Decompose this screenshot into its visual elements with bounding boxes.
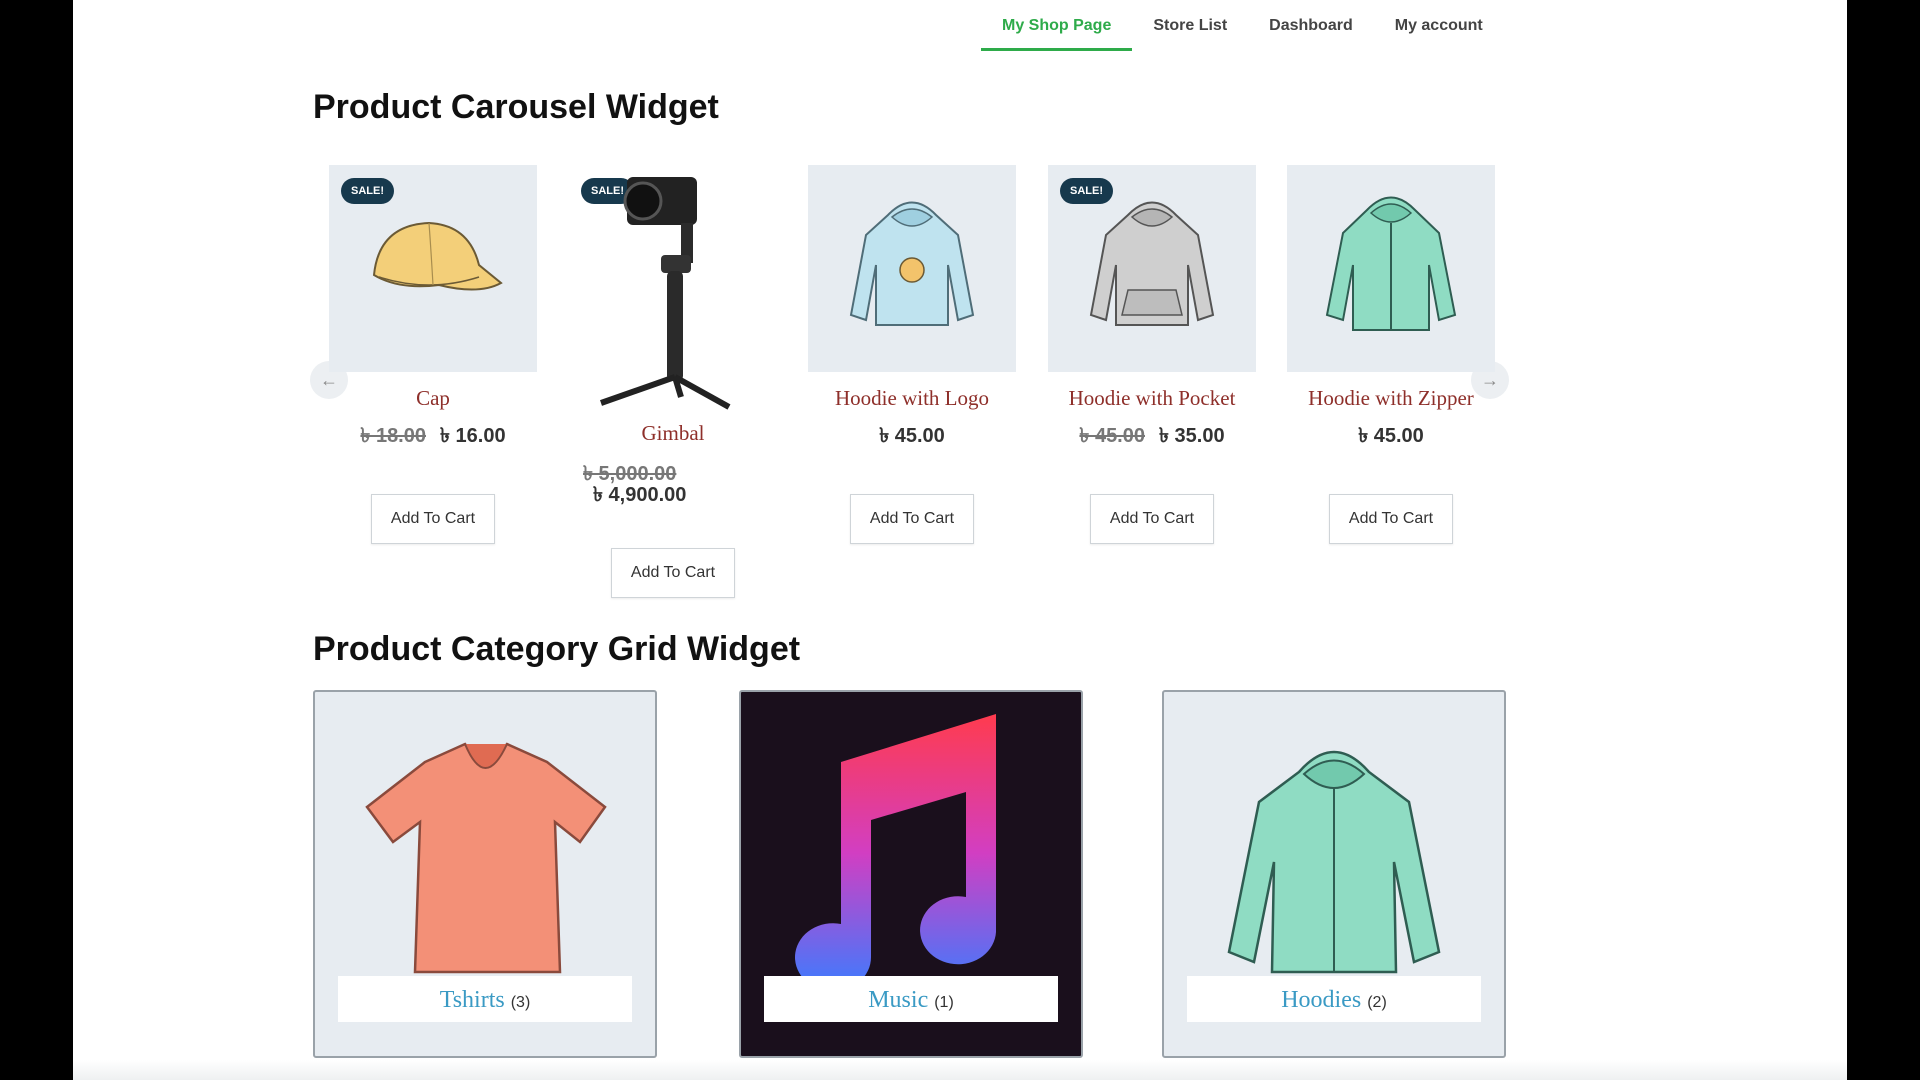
product-card-hoodie-with-pocket: SALE! Hoodie with Pocket ৳ 45.00 ৳ 35.00 … [1048, 165, 1256, 544]
nav-my-account[interactable]: My account [1374, 0, 1504, 48]
hoodie-icon [849, 201, 975, 326]
product-name[interactable]: Hoodie with Zipper [1287, 386, 1495, 411]
carousel-heading: Product Carousel Widget [313, 88, 719, 126]
product-price: ৳ 18.00 ৳ 16.00 [329, 421, 537, 454]
old-price: ৳ 18.00 [360, 425, 426, 447]
sale-price: ৳ 16.00 [440, 425, 506, 447]
page: My Shop Page Store List Dashboard My acc… [73, 0, 1847, 1080]
product-price: ৳ 45.00 [808, 421, 1016, 454]
product-price: ৳ 45.00 [1287, 421, 1495, 454]
tshirt-icon [365, 742, 607, 974]
nav-my-shop-page[interactable]: My Shop Page [981, 0, 1133, 51]
category-label: Tshirts (3) [338, 976, 632, 1022]
product-image[interactable] [808, 165, 1016, 372]
top-nav: My Shop Page Store List Dashboard My acc… [981, 0, 1504, 51]
add-to-cart-button[interactable]: Add To Cart [611, 548, 735, 598]
product-name[interactable]: Cap [329, 386, 537, 411]
hoodie-icon [1227, 750, 1441, 974]
product-image[interactable]: SALE! [1048, 165, 1256, 372]
sale-badge: SALE! [341, 178, 394, 204]
category-count: (3) [510, 994, 531, 1011]
product-card-gimbal: SALE! Gimbal ৳ 5,000.00 ৳ 4,900.00 Add T… [569, 165, 777, 598]
product-name[interactable]: Hoodie with Pocket [1048, 386, 1256, 411]
category-count: (2) [1367, 994, 1387, 1011]
product-name[interactable]: Hoodie with Logo [808, 386, 1016, 411]
category-name[interactable]: Tshirts [440, 987, 505, 1013]
category-count: (1) [934, 994, 954, 1011]
price: ৳ 45.00 [1358, 425, 1424, 447]
product-image[interactable]: SALE! [569, 165, 777, 410]
nav-store-list[interactable]: Store List [1132, 0, 1248, 48]
music-note-icon [795, 714, 996, 992]
category-name[interactable]: Hoodies [1281, 987, 1361, 1013]
hoodie-icon [1325, 196, 1457, 331]
add-to-cart-button[interactable]: Add To Cart [371, 494, 495, 544]
product-price: ৳ 5,000.00 ৳ 4,900.00 [569, 464, 777, 506]
sale-badge: SALE! [1060, 178, 1113, 204]
category-name[interactable]: Music [868, 987, 928, 1013]
product-card-hoodie-with-logo: Hoodie with Logo ৳ 45.00 Add To Cart [808, 165, 1016, 544]
price: ৳ 45.00 [879, 425, 945, 447]
product-card-cap: SALE! Cap ৳ 18.00 ৳ 16.00 Add To Cart [329, 165, 537, 544]
category-label: Music (1) [764, 976, 1058, 1022]
old-price: ৳ 5,000.00 [583, 463, 677, 485]
product-card-hoodie-with-zipper: Hoodie with Zipper ৳ 45.00 Add To Cart [1287, 165, 1495, 544]
add-to-cart-button[interactable]: Add To Cart [1090, 494, 1214, 544]
product-name[interactable]: Gimbal [569, 421, 777, 446]
old-price: ৳ 45.00 [1079, 425, 1145, 447]
category-card-music[interactable]: Music (1) [739, 690, 1083, 1058]
category-card-tshirts[interactable]: Tshirts (3) [313, 690, 657, 1058]
sale-price: ৳ 4,900.00 [593, 484, 687, 506]
category-card-hoodies[interactable]: Hoodies (2) [1162, 690, 1506, 1058]
product-price: ৳ 45.00 ৳ 35.00 [1048, 421, 1256, 454]
product-image[interactable] [1287, 165, 1495, 372]
category-grid-heading: Product Category Grid Widget [313, 630, 801, 668]
nav-dashboard[interactable]: Dashboard [1248, 0, 1374, 48]
gimbal-icon [600, 177, 731, 410]
product-image[interactable]: SALE! [329, 165, 537, 372]
category-label: Hoodies (2) [1187, 976, 1481, 1022]
add-to-cart-button[interactable]: Add To Cart [850, 494, 974, 544]
bottom-shadow [73, 1060, 1847, 1080]
add-to-cart-button[interactable]: Add To Cart [1329, 494, 1453, 544]
sale-price: ৳ 35.00 [1159, 425, 1225, 447]
